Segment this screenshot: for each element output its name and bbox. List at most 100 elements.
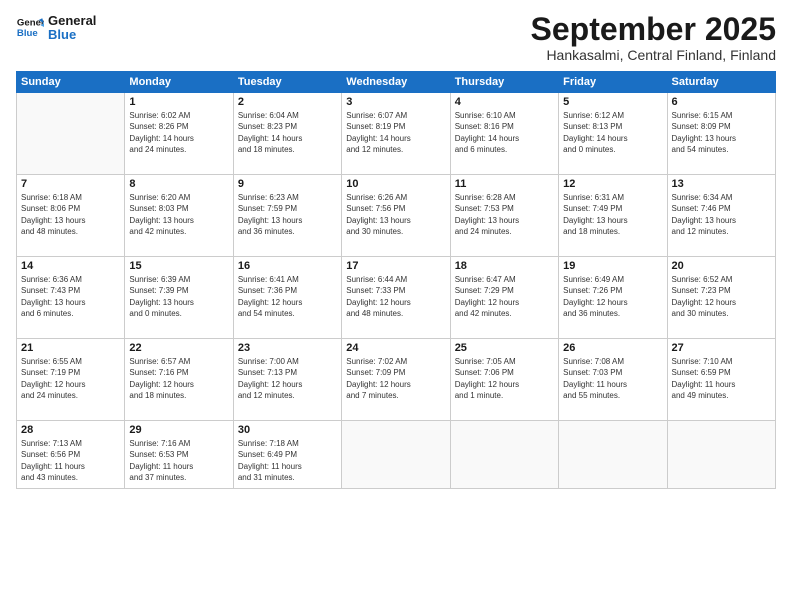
table-row: 26 Sunrise: 7:08 AM Sunset: 7:03 PM Dayli… [559, 339, 667, 421]
table-row: 14 Sunrise: 6:36 AM Sunset: 7:43 PM Dayli… [17, 257, 125, 339]
col-saturday: Saturday [667, 72, 775, 93]
table-row: 8 Sunrise: 6:20 AM Sunset: 8:03 PM Daylig… [125, 175, 233, 257]
logo-text-blue: Blue [48, 28, 96, 42]
day-number: 20 [672, 260, 771, 272]
day-number: 27 [672, 342, 771, 354]
day-info: Sunrise: 6:15 AM Sunset: 8:09 PM Dayligh… [672, 110, 771, 155]
location-subtitle: Hankasalmi, Central Finland, Finland [531, 47, 776, 63]
day-number: 30 [238, 424, 337, 436]
day-number: 1 [129, 96, 228, 108]
day-number: 12 [563, 178, 662, 190]
table-row: 12 Sunrise: 6:31 AM Sunset: 7:49 PM Dayli… [559, 175, 667, 257]
day-info: Sunrise: 7:10 AM Sunset: 6:59 PM Dayligh… [672, 356, 771, 401]
col-wednesday: Wednesday [342, 72, 450, 93]
day-info: Sunrise: 6:47 AM Sunset: 7:29 PM Dayligh… [455, 274, 554, 319]
day-number: 7 [21, 178, 120, 190]
day-number: 6 [672, 96, 771, 108]
col-thursday: Thursday [450, 72, 558, 93]
day-number: 23 [238, 342, 337, 354]
calendar-table: Sunday Monday Tuesday Wednesday Thursday… [16, 71, 776, 489]
day-info: Sunrise: 6:04 AM Sunset: 8:23 PM Dayligh… [238, 110, 337, 155]
day-info: Sunrise: 6:52 AM Sunset: 7:23 PM Dayligh… [672, 274, 771, 319]
table-row: 11 Sunrise: 6:28 AM Sunset: 7:53 PM Dayli… [450, 175, 558, 257]
table-row: 9 Sunrise: 6:23 AM Sunset: 7:59 PM Daylig… [233, 175, 341, 257]
day-info: Sunrise: 6:41 AM Sunset: 7:36 PM Dayligh… [238, 274, 337, 319]
day-number: 19 [563, 260, 662, 272]
day-number: 13 [672, 178, 771, 190]
logo-text-general: General [48, 14, 96, 28]
day-number: 18 [455, 260, 554, 272]
col-tuesday: Tuesday [233, 72, 341, 93]
day-info: Sunrise: 6:57 AM Sunset: 7:16 PM Dayligh… [129, 356, 228, 401]
table-row: 10 Sunrise: 6:26 AM Sunset: 7:56 PM Dayli… [342, 175, 450, 257]
logo: General Blue General Blue [16, 12, 96, 43]
table-row: 29Sunrise: 7:16 AM Sunset: 6:53 PM Dayli… [125, 421, 233, 489]
day-number: 5 [563, 96, 662, 108]
table-row: 5 Sunrise: 6:12 AM Sunset: 8:13 PM Daylig… [559, 93, 667, 175]
calendar-header-row: Sunday Monday Tuesday Wednesday Thursday… [17, 72, 776, 93]
day-number: 4 [455, 96, 554, 108]
day-number: 25 [455, 342, 554, 354]
day-info: Sunrise: 6:18 AM Sunset: 8:06 PM Dayligh… [21, 192, 120, 237]
table-row: 3 Sunrise: 6:07 AM Sunset: 8:19 PM Daylig… [342, 93, 450, 175]
table-row: 21Sunrise: 6:55 AM Sunset: 7:19 PM Dayli… [17, 339, 125, 421]
table-row: 20 Sunrise: 6:52 AM Sunset: 7:23 PM Dayli… [667, 257, 775, 339]
day-number: 9 [238, 178, 337, 190]
table-row: 7 Sunrise: 6:18 AM Sunset: 8:06 PM Daylig… [17, 175, 125, 257]
day-info: Sunrise: 6:10 AM Sunset: 8:16 PM Dayligh… [455, 110, 554, 155]
day-info: Sunrise: 7:02 AM Sunset: 7:09 PM Dayligh… [346, 356, 445, 401]
day-info: Sunrise: 6:34 AM Sunset: 7:46 PM Dayligh… [672, 192, 771, 237]
table-row: 19 Sunrise: 6:49 AM Sunset: 7:26 PM Dayli… [559, 257, 667, 339]
day-number: 2 [238, 96, 337, 108]
day-number: 3 [346, 96, 445, 108]
day-info: Sunrise: 6:31 AM Sunset: 7:49 PM Dayligh… [563, 192, 662, 237]
day-number: 24 [346, 342, 445, 354]
table-row: 24 Sunrise: 7:02 AM Sunset: 7:09 PM Dayli… [342, 339, 450, 421]
day-number: 17 [346, 260, 445, 272]
table-row [559, 421, 667, 489]
table-row: 25Sunrise: 7:05 AM Sunset: 7:06 PM Dayli… [450, 339, 558, 421]
table-row: 22 Sunrise: 6:57 AM Sunset: 7:16 PM Dayli… [125, 339, 233, 421]
table-row: 30 Sunrise: 7:18 AM Sunset: 6:49 PM Dayli… [233, 421, 341, 489]
day-number: 14 [21, 260, 120, 272]
table-row: 23 Sunrise: 7:00 AM Sunset: 7:13 PM Dayli… [233, 339, 341, 421]
table-row: 6 Sunrise: 6:15 AM Sunset: 8:09 PM Daylig… [667, 93, 775, 175]
day-number: 21 [21, 342, 120, 354]
table-row: 18 Sunrise: 6:47 AM Sunset: 7:29 PM Dayli… [450, 257, 558, 339]
day-info: Sunrise: 6:12 AM Sunset: 8:13 PM Dayligh… [563, 110, 662, 155]
table-row: 15Sunrise: 6:39 AM Sunset: 7:39 PM Dayli… [125, 257, 233, 339]
col-monday: Monday [125, 72, 233, 93]
table-row [342, 421, 450, 489]
table-row: 17 Sunrise: 6:44 AM Sunset: 7:33 PM Dayli… [342, 257, 450, 339]
day-info: Sunrise: 7:18 AM Sunset: 6:49 PM Dayligh… [238, 438, 337, 483]
col-sunday: Sunday [17, 72, 125, 93]
table-row [667, 421, 775, 489]
table-row [450, 421, 558, 489]
day-number: 11 [455, 178, 554, 190]
day-number: 8 [129, 178, 228, 190]
day-number: 22 [129, 342, 228, 354]
day-number: 10 [346, 178, 445, 190]
day-info: Sunrise: 6:07 AM Sunset: 8:19 PM Dayligh… [346, 110, 445, 155]
svg-text:General: General [17, 18, 44, 29]
day-info: Sunrise: 6:23 AM Sunset: 7:59 PM Dayligh… [238, 192, 337, 237]
day-info: Sunrise: 6:36 AM Sunset: 7:43 PM Dayligh… [21, 274, 120, 319]
month-title: September 2025 [531, 12, 776, 47]
table-row: 27 Sunrise: 7:10 AM Sunset: 6:59 PM Dayli… [667, 339, 775, 421]
day-number: 26 [563, 342, 662, 354]
table-row: 4 Sunrise: 6:10 AM Sunset: 8:16 PM Daylig… [450, 93, 558, 175]
col-friday: Friday [559, 72, 667, 93]
day-info: Sunrise: 7:00 AM Sunset: 7:13 PM Dayligh… [238, 356, 337, 401]
day-info: Sunrise: 6:44 AM Sunset: 7:33 PM Dayligh… [346, 274, 445, 319]
table-row [17, 93, 125, 175]
table-row: 1Sunrise: 6:02 AM Sunset: 8:26 PM Daylig… [125, 93, 233, 175]
day-info: Sunrise: 6:49 AM Sunset: 7:26 PM Dayligh… [563, 274, 662, 319]
day-info: Sunrise: 7:13 AM Sunset: 6:56 PM Dayligh… [21, 438, 120, 483]
day-info: Sunrise: 6:26 AM Sunset: 7:56 PM Dayligh… [346, 192, 445, 237]
day-number: 16 [238, 260, 337, 272]
day-number: 15 [129, 260, 228, 272]
day-info: Sunrise: 6:20 AM Sunset: 8:03 PM Dayligh… [129, 192, 228, 237]
day-info: Sunrise: 7:08 AM Sunset: 7:03 PM Dayligh… [563, 356, 662, 401]
table-row: 28Sunrise: 7:13 AM Sunset: 6:56 PM Dayli… [17, 421, 125, 489]
day-info: Sunrise: 6:28 AM Sunset: 7:53 PM Dayligh… [455, 192, 554, 237]
